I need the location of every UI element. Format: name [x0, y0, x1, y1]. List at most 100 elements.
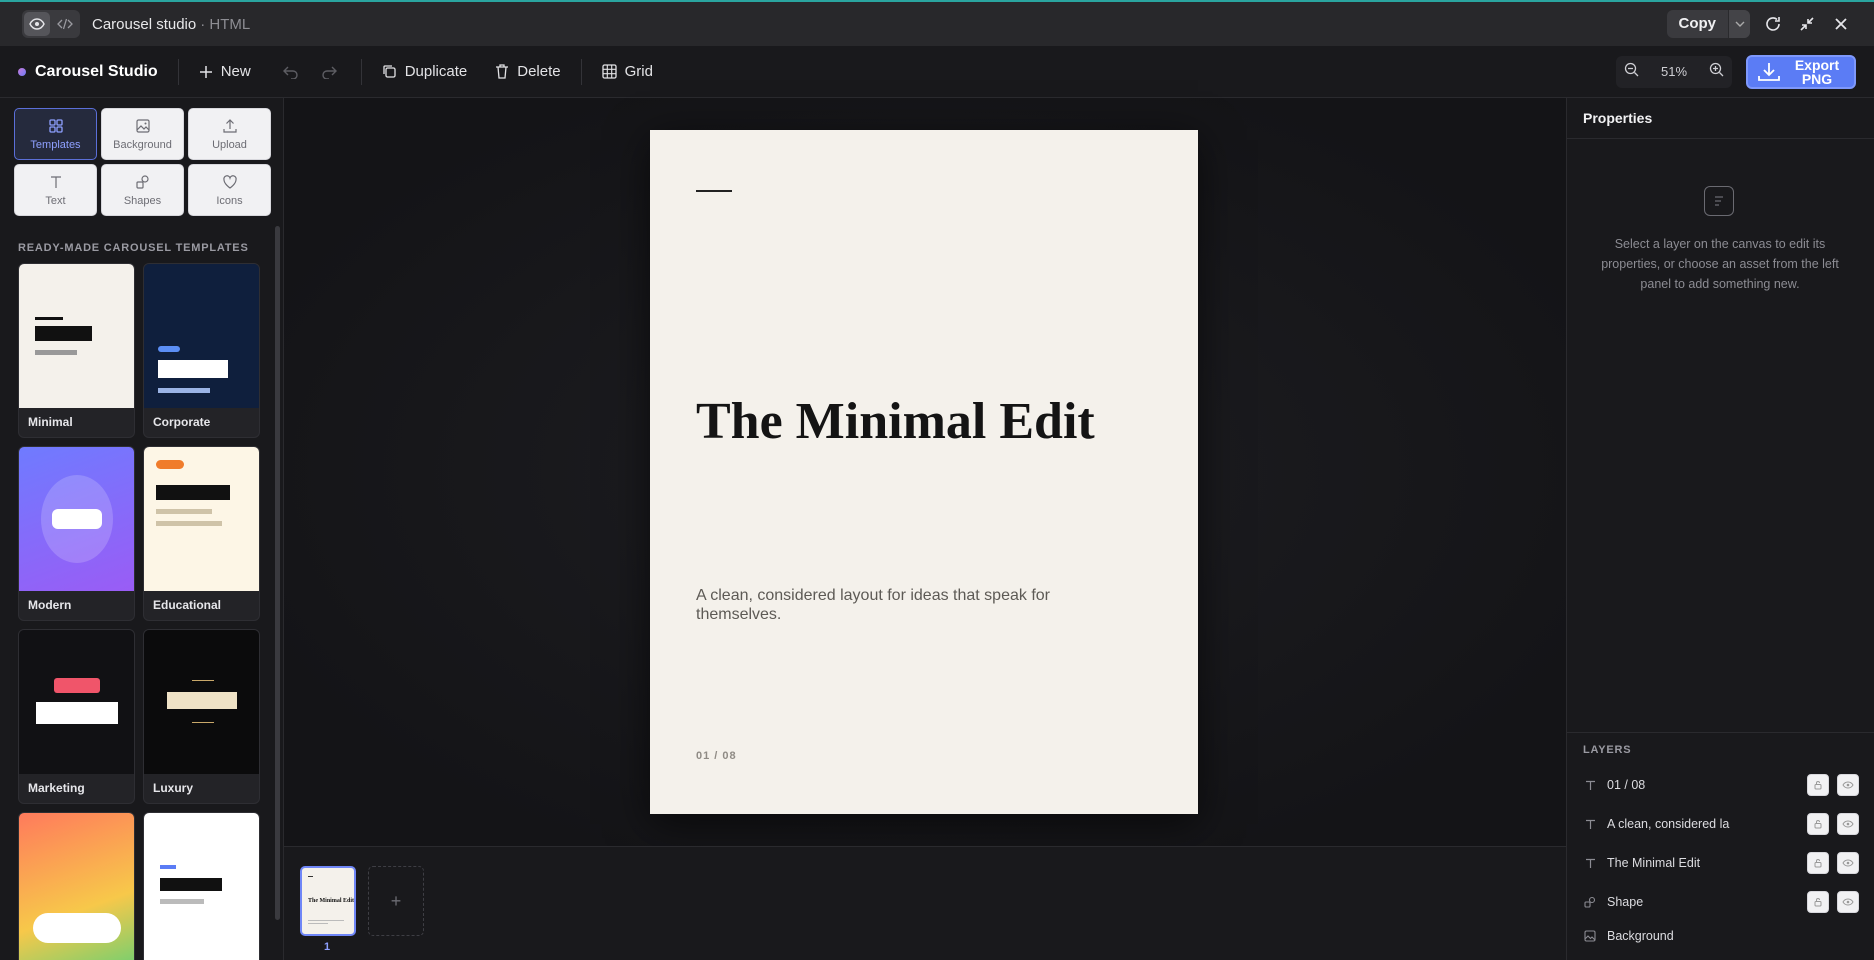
template-educational[interactable]: Educational: [143, 446, 260, 621]
template-name: Modern: [28, 598, 72, 612]
templates-heading: READY-MADE CAROUSEL TEMPLATES: [18, 242, 249, 254]
template-thumbnail: [19, 630, 134, 774]
template-minimal[interactable]: Minimal: [18, 263, 135, 438]
grid-icon: [48, 118, 63, 133]
slide-accent-rule[interactable]: [696, 190, 732, 192]
layer-name: Background: [1607, 929, 1674, 943]
template-thumbnail: [19, 264, 134, 408]
duplicate-icon: [383, 65, 396, 78]
copy-button[interactable]: Copy: [1666, 10, 1750, 38]
plus-icon: [199, 65, 212, 78]
text-icon: [1583, 780, 1597, 791]
properties-panel: Properties Select a layer on the canvas …: [1566, 98, 1874, 960]
lock-icon[interactable]: [1807, 774, 1829, 796]
template-thumbnail: [144, 264, 259, 408]
slide-thumbnail[interactable]: The Minimal Edit: [300, 866, 356, 936]
tool-label: Text: [45, 194, 66, 207]
template-name: Corporate: [153, 415, 211, 429]
delete-button[interactable]: Delete: [495, 63, 561, 80]
slide-body-text[interactable]: A clean, considered layout for ideas tha…: [696, 586, 1096, 624]
assets-panel: Templates Background Upload Text Shapes …: [0, 98, 284, 960]
layer-row[interactable]: The Minimal Edit: [1583, 850, 1859, 876]
thumbnail-headline: The Minimal Edit: [308, 898, 355, 904]
lock-icon[interactable]: [1807, 813, 1829, 835]
undo-icon[interactable]: [279, 60, 303, 84]
template-list: Minimal Corporate Modern Educational Mar…: [18, 263, 260, 960]
preview-eye-icon[interactable]: [24, 12, 50, 36]
layer-row[interactable]: Shape: [1583, 889, 1859, 915]
view-toggle: [22, 10, 80, 38]
document-icon: [1704, 186, 1734, 216]
text-icon: [50, 175, 61, 188]
template-name: Educational: [153, 598, 222, 612]
tool-upload[interactable]: Upload: [188, 108, 271, 160]
lock-icon[interactable]: [1807, 891, 1829, 913]
shapes-icon: [1583, 896, 1597, 908]
upload-icon: [222, 118, 237, 133]
image-icon: [1583, 930, 1597, 942]
eye-icon[interactable]: [1837, 852, 1859, 874]
layer-name: The Minimal Edit: [1607, 856, 1701, 870]
heart-icon: [222, 174, 237, 189]
refresh-icon[interactable]: [1762, 13, 1784, 35]
tool-label: Templates: [30, 138, 81, 151]
eye-icon[interactable]: [1837, 891, 1859, 913]
slide-pager[interactable]: 01 / 08: [696, 750, 737, 762]
grid-button[interactable]: Grid: [601, 63, 653, 80]
add-slide-button[interactable]: +: [368, 866, 424, 936]
template-name: Minimal: [28, 415, 73, 429]
template-corporate[interactable]: Corporate: [143, 263, 260, 438]
template-modern[interactable]: Modern: [18, 446, 135, 621]
zoom-in-icon[interactable]: [1709, 62, 1724, 82]
slide-headline[interactable]: The Minimal Edit: [696, 394, 1096, 449]
layer-row[interactable]: A clean, considered la: [1583, 811, 1859, 837]
template-luxury[interactable]: Luxury: [143, 629, 260, 804]
tool-templates[interactable]: Templates: [14, 108, 97, 160]
layer-row[interactable]: Background: [1583, 923, 1859, 949]
layer-name: 01 / 08: [1607, 778, 1646, 792]
delete-label: Delete: [517, 63, 561, 80]
window-subtitle: · HTML: [200, 15, 251, 33]
zoom-out-icon[interactable]: [1624, 62, 1639, 82]
slide-canvas[interactable]: The Minimal Edit A clean, considered lay…: [650, 130, 1198, 814]
template-marketing[interactable]: Marketing: [18, 629, 135, 804]
redo-icon[interactable]: [317, 60, 341, 84]
plus-icon: +: [390, 890, 402, 911]
tool-shapes[interactable]: Shapes: [101, 164, 184, 216]
chevron-down-icon[interactable]: [1728, 10, 1750, 38]
close-icon[interactable]: [1830, 13, 1852, 35]
template-scrollbar[interactable]: [275, 226, 280, 920]
template-thumbnail: [144, 447, 259, 591]
slide-filmstrip: The Minimal Edit 1 +: [284, 846, 1566, 960]
export-label: Export PNG: [1794, 56, 1840, 87]
tool-label: Background: [113, 138, 172, 151]
collapse-icon[interactable]: [1796, 13, 1818, 35]
tool-label: Shapes: [123, 194, 162, 207]
new-button[interactable]: New: [199, 63, 251, 80]
grid-label: Grid: [624, 63, 653, 80]
layer-name: Shape: [1607, 895, 1644, 909]
duplicate-button[interactable]: Duplicate: [382, 63, 467, 80]
properties-empty-message: Select a layer on the canvas to edit its…: [1601, 237, 1839, 291]
template-thumbnail: [144, 630, 259, 774]
lock-icon[interactable]: [1807, 852, 1829, 874]
template-gradient[interactable]: [18, 812, 135, 960]
new-label: New: [220, 63, 251, 80]
trash-icon: [496, 64, 509, 79]
code-icon[interactable]: [52, 12, 78, 36]
tool-background[interactable]: Background: [101, 108, 184, 160]
layer-name: A clean, considered la: [1607, 817, 1730, 831]
slide-number: 1: [324, 941, 331, 953]
brand-logo: [18, 67, 26, 76]
canvas-area: The Minimal Edit A clean, considered lay…: [284, 98, 1566, 846]
layer-row[interactable]: 01 / 08: [1583, 772, 1859, 798]
grid-icon: [601, 64, 617, 79]
shapes-icon: [135, 174, 149, 189]
app-toolbar: Carousel Studio New Duplicate Delete Gri…: [0, 46, 1874, 98]
eye-icon[interactable]: [1837, 774, 1859, 796]
export-png-button[interactable]: Export PNG: [1746, 54, 1856, 89]
tool-text[interactable]: Text: [14, 164, 97, 216]
tool-icons[interactable]: Icons: [188, 164, 271, 216]
eye-icon[interactable]: [1837, 813, 1859, 835]
template-clean[interactable]: [143, 812, 260, 960]
